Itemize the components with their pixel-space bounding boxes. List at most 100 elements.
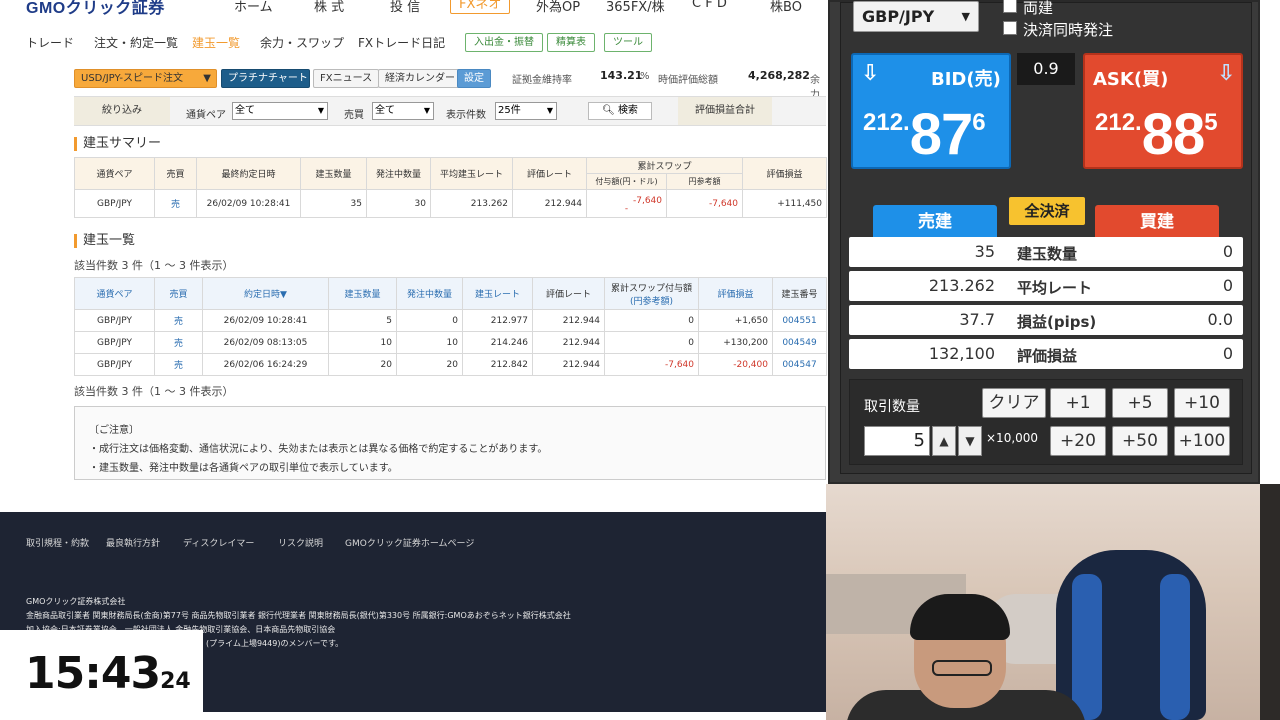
col-pending-qty[interactable]: 発注中数量 <box>396 277 463 310</box>
cell-position-id[interactable]: 004551 <box>772 309 827 332</box>
ask-buy-button[interactable]: ASK(買) ⇩ 212.885 <box>1083 53 1243 169</box>
economic-calendar-button[interactable]: 経済カレンダー <box>378 69 462 88</box>
nav-stock-bo[interactable]: 株BO <box>770 0 802 15</box>
subnav-swap[interactable]: 余力・スワップ <box>260 34 344 51</box>
col-rate[interactable]: 建玉レート <box>462 277 533 310</box>
cell-side[interactable]: 売 <box>154 331 203 354</box>
statement-button[interactable]: 精算表 <box>547 33 595 52</box>
cell-pl: -20,400 <box>698 353 773 376</box>
cell-rate: 214.246 <box>462 331 533 354</box>
stat-row-pl: 132,100 評価損益 0 <box>849 339 1243 369</box>
footer-link-terms[interactable]: 取引規程・約款 <box>26 536 89 549</box>
bid-title: BID(売) <box>931 69 1001 90</box>
fx-news-button[interactable]: FXニュース <box>313 69 380 88</box>
col-side[interactable]: 売買 <box>154 277 203 310</box>
summary-table: 通貨ペア 売買 最終約定日時 建玉数量 発注中数量 平均建玉レート 評価レート … <box>74 157 828 218</box>
nav-365fx[interactable]: 365FX/株 <box>606 0 665 15</box>
count-filter-select[interactable]: 25件 ▼ <box>495 102 557 120</box>
cell-qty: 35 <box>300 189 367 218</box>
narrow-button[interactable]: 絞り込み <box>74 97 170 125</box>
pl-total-button[interactable]: 評価損益合計 <box>678 97 772 125</box>
cell-rate: 212.977 <box>462 309 533 332</box>
footer-link-homepage[interactable]: GMOクリック証券ホームページ <box>345 536 474 549</box>
speed-order-label: USD/JPY-スピード注文 <box>81 73 184 84</box>
ask-price-big: 88 <box>1141 102 1206 167</box>
subnav-orders[interactable]: 注文・約定一覧 <box>94 34 178 51</box>
cell-position-id[interactable]: 004549 <box>772 331 827 354</box>
add-100-button[interactable]: +100 <box>1174 426 1230 456</box>
hedge-checkbox[interactable] <box>1003 0 1017 13</box>
cell-swap: 0 <box>604 309 699 332</box>
col-exec-datetime[interactable]: 約定日時▼ <box>202 277 329 310</box>
col-qty: 建玉数量 <box>300 157 367 190</box>
pair-filter-select[interactable]: 全て ▼ <box>232 102 328 120</box>
col-pair[interactable]: 通貨ペア <box>74 277 155 310</box>
footer-link-risk[interactable]: リスク説明 <box>278 536 323 549</box>
add-5-button[interactable]: +5 <box>1112 388 1168 418</box>
cell-side[interactable]: 売 <box>154 353 203 376</box>
cell-qty: 20 <box>328 353 397 376</box>
stat-row-pips: 37.7 損益(pips) 0.0 <box>849 305 1243 335</box>
speed-order-button[interactable]: USD/JPY-スピード注文 ▼ <box>74 69 217 88</box>
quantity-down-icon[interactable]: ▼ <box>958 426 982 456</box>
tools-button[interactable]: ツール <box>604 33 652 52</box>
close-all-button[interactable]: 全決済 <box>1009 197 1085 225</box>
pair-select[interactable]: GBP/JPY ▼ <box>853 1 979 32</box>
swap-dash: - <box>624 203 629 214</box>
nav-cfd[interactable]: C F D <box>692 0 727 11</box>
add-50-button[interactable]: +50 <box>1112 426 1168 456</box>
table-row: GBP/JPY 売 26/02/06 16:24:29 20 20 212.84… <box>74 353 827 376</box>
col-qty[interactable]: 建玉数量 <box>328 277 397 310</box>
nav-stocks[interactable]: 株 式 <box>314 0 344 15</box>
footer-registration: 金融商品取引業者 関東財務局長(金商)第77号 商品先物取引業者 銀行代理業者 … <box>26 611 571 620</box>
subnav-positions[interactable]: 建玉一覧 <box>192 34 240 51</box>
clear-button[interactable]: クリア <box>982 388 1046 418</box>
valuation-label: 時価評価総額 <box>658 75 718 86</box>
valuation-value: 4,268,282 <box>748 69 810 82</box>
footer-link-disclaimer[interactable]: ディスクレイマー <box>183 536 254 549</box>
arrow-down-icon: ⇩ <box>1217 61 1236 86</box>
settings-button[interactable]: 設定 <box>457 69 491 88</box>
deposit-button[interactable]: 入出金・振替 <box>465 33 543 52</box>
cell-datetime: 26/02/09 08:13:05 <box>202 331 329 354</box>
tab-sell-positions[interactable]: 売建 <box>873 205 997 239</box>
bid-price-pip: 6 <box>972 109 986 136</box>
count-filter-value: 25件 <box>498 105 521 116</box>
cell-eval-rate: 212.944 <box>532 353 605 376</box>
margin-ratio-label: 証拠金維持率 <box>512 75 572 86</box>
col-swap-amount: 付与額(円・ドル) <box>586 173 667 190</box>
search-button[interactable]: 🔍︎ 検索 <box>588 102 652 120</box>
footer-link-best-execution[interactable]: 最良執行方針 <box>106 536 160 549</box>
toolbar: USD/JPY-スピード注文 ▼ プラチナチャート FXニュース 経済カレンダー … <box>0 66 828 101</box>
subnav-diary[interactable]: FXトレード日記 <box>358 34 445 51</box>
bid-sell-button[interactable]: ⇩ BID(売) 212.876 <box>851 53 1011 169</box>
cell-side[interactable]: 売 <box>154 189 197 218</box>
nav-fx-op[interactable]: 外為OP <box>536 0 580 15</box>
quantity-input[interactable]: 5 <box>864 426 930 456</box>
cell-swap-yen: -7,640 <box>665 189 744 218</box>
cell-position-id[interactable]: 004547 <box>772 353 827 376</box>
nav-funds[interactable]: 投 信 <box>390 0 420 15</box>
quantity-area: 取引数量 5 ▲ ▼ ×10,000 クリア +1 +5 +10 +20 +50… <box>849 379 1243 465</box>
add-10-button[interactable]: +10 <box>1174 388 1230 418</box>
settle-order-checkbox[interactable] <box>1003 21 1017 35</box>
col-pl[interactable]: 評価損益 <box>698 277 773 310</box>
subnav-trade[interactable]: トレード <box>26 34 74 51</box>
cell-side[interactable]: 売 <box>154 309 203 332</box>
clock-overlay: 15:4324 <box>0 630 203 720</box>
quantity-unit: ×10,000 <box>986 431 1039 445</box>
add-1-button[interactable]: +1 <box>1050 388 1106 418</box>
side-filter-select[interactable]: 全て ▼ <box>372 102 434 120</box>
ask-price: 212.885 <box>1095 101 1218 168</box>
tab-buy-positions[interactable]: 買建 <box>1095 205 1219 239</box>
platinum-chart-button[interactable]: プラチナチャート <box>221 69 310 88</box>
add-20-button[interactable]: +20 <box>1050 426 1106 456</box>
pair-select-value: GBP/JPY <box>862 7 935 26</box>
cell-datetime: 26/02/09 10:28:41 <box>202 309 329 332</box>
cell-eval-rate: 212.944 <box>512 189 587 218</box>
nav-home[interactable]: ホーム <box>234 0 273 15</box>
gmo-logo[interactable]: GMOクリック証券 <box>26 0 165 16</box>
nav-fx-neo[interactable]: FXネオ <box>450 0 511 14</box>
notice-line-text: 成行注文は価格変動、通信状況により、失効または表示とは異なる価格で約定することが… <box>99 444 548 455</box>
quantity-up-icon[interactable]: ▲ <box>932 426 956 456</box>
